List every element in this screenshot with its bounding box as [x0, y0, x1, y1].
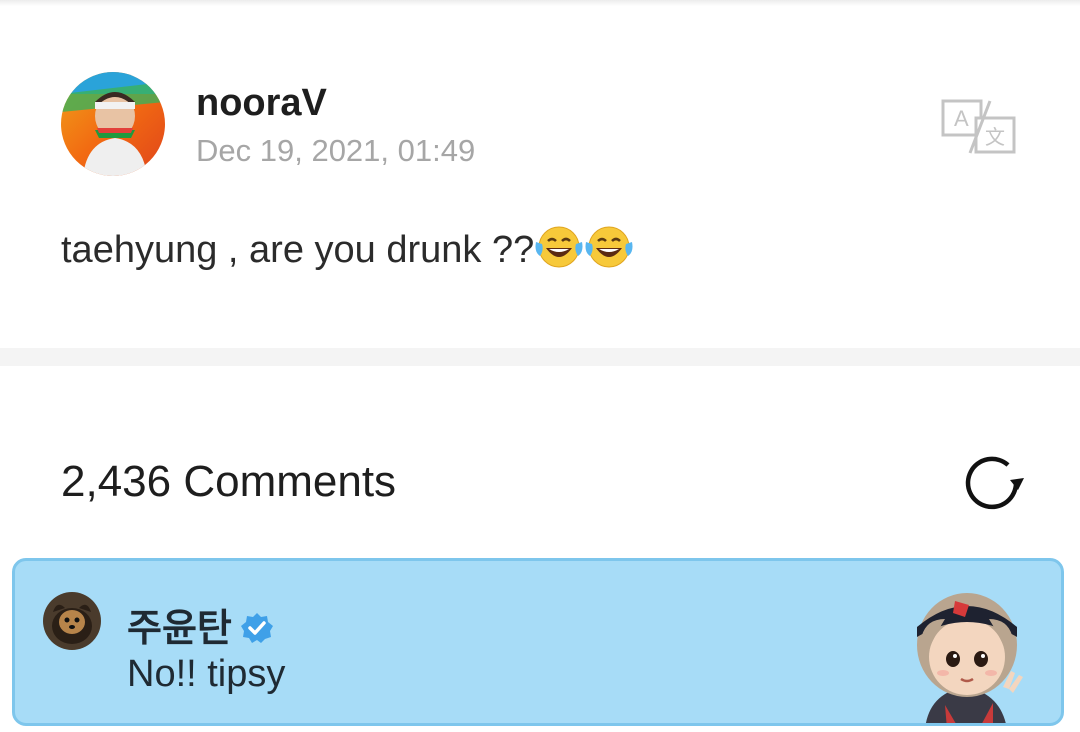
section-divider — [0, 348, 1080, 366]
character-sticker — [885, 575, 1045, 723]
commenter-name[interactable]: 주윤탄 — [127, 597, 274, 652]
pinned-comment[interactable]: 주윤탄 No!! tipsy — [12, 558, 1064, 726]
svg-text:文: 文 — [985, 125, 1005, 149]
comment-text: No!! tipsy — [127, 653, 286, 695]
svg-text:A: A — [954, 106, 969, 131]
commenter-avatar[interactable] — [43, 592, 101, 650]
author-avatar[interactable] — [61, 72, 165, 176]
commenter-name-text: 주윤탄 — [127, 608, 232, 650]
verified-badge-icon — [240, 611, 274, 645]
post-timestamp: Dec 19, 2021, 01:49 — [196, 133, 476, 168]
post-body: taehyung , are you drunk ?? — [61, 229, 535, 271]
laughing-emoji-icon — [584, 224, 634, 270]
laughing-emoji-icon — [534, 224, 584, 270]
translate-icon[interactable]: A 文 — [940, 98, 1018, 156]
post-author-name[interactable]: nooraV — [196, 82, 327, 125]
post: nooraV Dec 19, 2021, 01:49 A 文 taehyung … — [0, 6, 1080, 348]
comments-count: 2,436 Comments — [61, 457, 397, 506]
refresh-icon[interactable] — [958, 452, 1028, 514]
post-text: taehyung , are you drunk ?? — [61, 224, 634, 272]
